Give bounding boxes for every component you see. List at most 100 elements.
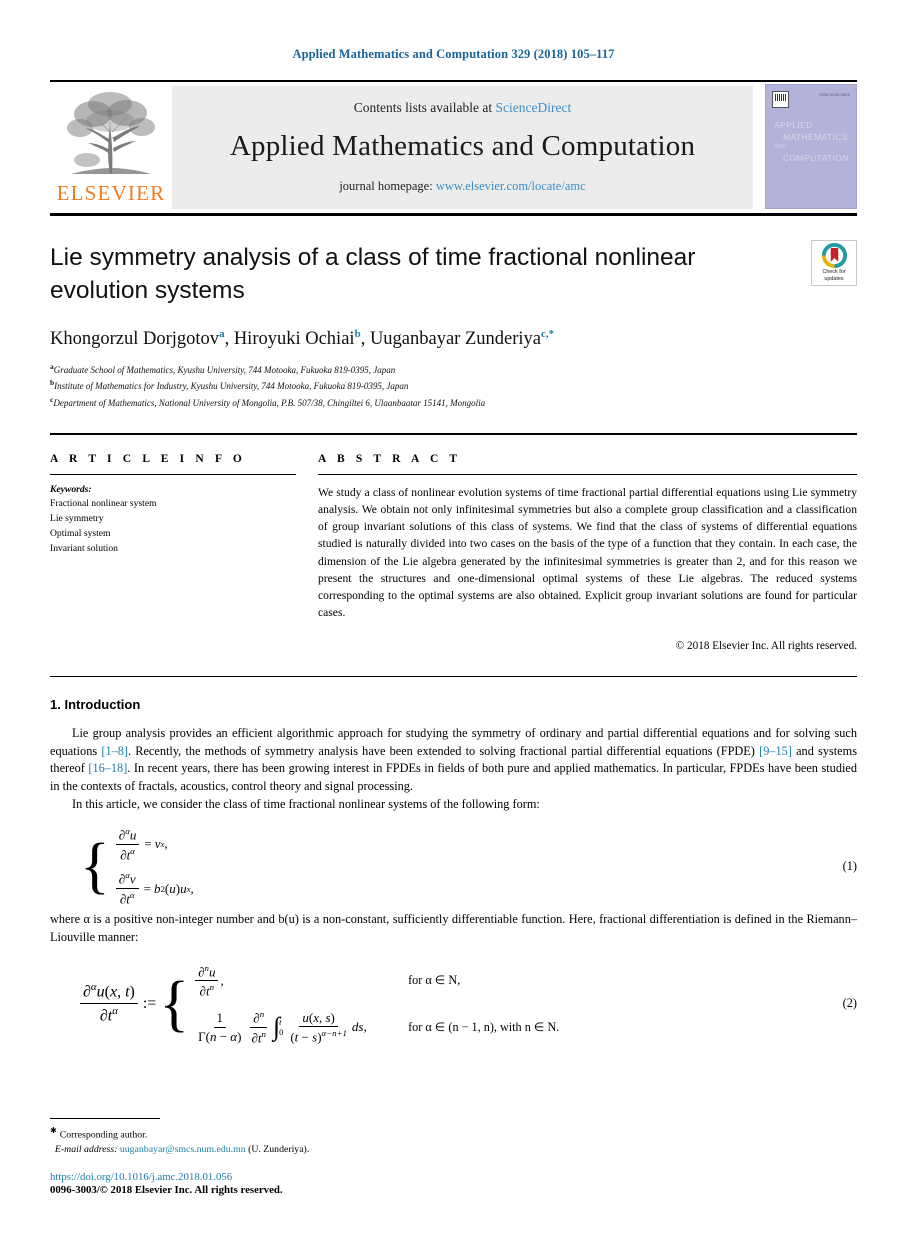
affiliation-list: aGraduate School of Mathematics, Kyushu … <box>50 361 857 411</box>
article-info-heading: A R T I C L E I N F O <box>50 452 246 465</box>
abstract-text: We study a class of nonlinear evolution … <box>318 485 857 620</box>
keyword-item: Lie symmetry <box>50 512 104 524</box>
page-title: Lie symmetry analysis of a class of time… <box>50 244 696 304</box>
keyword-item: Fractional nonlinear system <box>50 497 157 509</box>
equation-2-case-2-condition: for α ∈ (n − 1, n), with n ∈ N. <box>408 1019 560 1034</box>
crossmark-badge[interactable]: Check for updates <box>811 240 857 286</box>
equation-1-number: (1) <box>842 858 857 873</box>
affiliation-text: Institute of Mathematics for Industry, K… <box>54 381 409 392</box>
contents-available-line: Contents lists available at ScienceDirec… <box>354 100 571 116</box>
equation-2-cases: ∂nu ∂tn , for α ∈ N, 1 Γ(n − α) ∂n ∂tn ∫… <box>193 963 559 1046</box>
cover-issn: ISSN 0096-3003 <box>819 93 850 97</box>
corresponding-author-text: Corresponding author. <box>59 1129 148 1141</box>
sciencedirect-link[interactable]: ScienceDirect <box>496 100 572 115</box>
homepage-url-link[interactable]: www.elsevier.com/locate/amc <box>436 179 586 193</box>
body-top-rule <box>50 675 857 677</box>
citation-ref[interactable]: [16–18] <box>88 761 127 775</box>
frac-dn-u-dtn: ∂nu ∂tn <box>195 963 219 999</box>
crossmark-label-line2: updates <box>824 275 844 282</box>
equation-2-case-2: 1 Γ(n − α) ∂n ∂tn ∫ t 0 u(x, s) (t − s)α−n… <box>193 1009 559 1045</box>
author-affil-marker: a <box>219 327 225 340</box>
frac-dalpha-u-dt: ∂αu ∂tα <box>115 826 140 862</box>
frac-dalpha-uxt-dt: ∂αu(x, t) ∂tα <box>80 981 138 1026</box>
author-affil-marker: b <box>354 327 361 340</box>
issn-copyright-line: 0096-3003/© 2018 Elsevier Inc. All right… <box>50 1184 283 1196</box>
cover-line-4: COMPUTATION <box>783 152 849 163</box>
frac-dalpha-v-dt: ∂αv ∂tα <box>115 870 139 906</box>
paper-page: Applied Mathematics and Computation 329 … <box>0 0 907 1238</box>
abstract-copyright: © 2018 Elsevier Inc. All rights reserved… <box>675 639 857 652</box>
email-note: E-mail address: uuganbayar@smcs.num.edu.… <box>50 1143 857 1158</box>
crossmark-label: Check for updates <box>822 269 845 283</box>
article-info-column: A R T I C L E I N F O Keywords: Fraction… <box>50 453 318 652</box>
cover-line-3: AND <box>774 143 787 150</box>
elsevier-wordmark: ELSEVIER <box>56 181 166 205</box>
intro-paragraph-2: In this article, we consider the class o… <box>72 797 540 812</box>
frac-one-over-gamma: 1 Γ(n − α) <box>198 1010 242 1044</box>
corresponding-author-note: ✱ Corresponding author. <box>50 1125 857 1143</box>
equation-2-case-2-expr: 1 Γ(n − α) ∂n ∂tn ∫ t 0 u(x, s) (t − s)α−n… <box>193 1009 408 1045</box>
equation-2-lhs: ∂αu(x, t) ∂tα := <box>78 981 159 1026</box>
equation-2-body: ∂αu(x, t) ∂tα := { ∂nu ∂tn , for α ∈ N, … <box>50 963 817 1046</box>
homepage-prefix: journal homepage: <box>339 178 433 193</box>
citation-ref[interactable]: [9–15] <box>759 744 792 758</box>
doi-link[interactable]: https://doi.org/10.1016/j.amc.2018.01.05… <box>50 1171 857 1183</box>
equation-2-case-1: ∂nu ∂tn , for α ∈ N, <box>193 963 559 999</box>
equation-1-row-2: ∂αv ∂tα = b 2(u) u x, <box>114 870 194 906</box>
elsevier-tree-icon <box>67 92 155 174</box>
cover-line-2: MATHEMATICS <box>783 132 848 143</box>
keywords-list: Fractional nonlinear system Lie symmetry… <box>50 496 296 556</box>
crossmark-icon <box>821 243 847 268</box>
equation-1-wrapper: { ∂αu ∂tα = v x, ∂αv ∂tα = b 2 (u) u x… <box>50 826 857 907</box>
affiliation-item: bInstitute of Mathematics for Industry, … <box>50 377 857 394</box>
affiliation-text: Graduate School of Mathematics, Kyushu U… <box>53 364 396 375</box>
equation-1-row-1: ∂αu ∂tα = v x, <box>114 826 194 862</box>
integral-bounds: t0 <box>279 1017 284 1037</box>
author-affil-marker: c,* <box>541 327 555 340</box>
abstract-rule <box>318 473 857 475</box>
affiliation-item: aGraduate School of Mathematics, Kyushu … <box>50 361 857 378</box>
equation-2-brace: { <box>159 969 190 1038</box>
equation-1-brace: { <box>80 832 110 901</box>
affiliation-text: Department of Mathematics, National Univ… <box>53 397 486 408</box>
abstract-heading: A B S T R A C T <box>318 452 462 465</box>
equation-2-number: (2) <box>842 996 857 1011</box>
elsevier-logo: ELSEVIER <box>50 82 172 213</box>
cover-publisher-logo-icon <box>772 91 789 108</box>
asterisk-icon: ✱ <box>50 1126 57 1136</box>
cover-header: ISSN 0096-3003 <box>772 91 850 108</box>
email-label: E-mail address: <box>54 1144 118 1156</box>
running-head: Applied Mathematics and Computation 329 … <box>292 47 615 61</box>
keyword-item: Optimal system <box>50 527 111 539</box>
keyword-item: Invariant solution <box>50 542 118 554</box>
author-name[interactable]: Uuganbayar Zunderiya <box>370 329 541 349</box>
equation-1-rows: ∂αu ∂tα = v x, ∂αv ∂tα = b 2(u) u x, <box>114 826 194 907</box>
keywords-label: Keywords: <box>50 483 92 495</box>
contents-prefix: Contents lists available at <box>353 99 493 115</box>
intro-p1-seg4: . In recent years, there has been growin… <box>50 761 857 794</box>
cover-line-1: APPLIED <box>774 120 813 130</box>
journal-masthead: ELSEVIER Contents lists available at Sci… <box>50 80 857 213</box>
author-name[interactable]: Khongorzul Dorjgotov <box>50 329 219 349</box>
frac-integrand: u(x, s) (t − s)α−n+1 <box>290 1009 347 1045</box>
author-list: Khongorzul Dorjgotova, Hiroyuki Ochiaib,… <box>50 327 555 349</box>
frac-dn-dtn: ∂n ∂tn <box>250 1008 268 1045</box>
affiliation-item: cDepartment of Mathematics, National Uni… <box>50 394 857 411</box>
author-name[interactable]: Hiroyuki Ochiai <box>234 329 355 349</box>
intro-p1-seg2: . Recently, the methods of symmetry anal… <box>127 743 760 758</box>
intro-paragraph-1: Lie group analysis provides an efficient… <box>50 725 857 797</box>
journal-cover-thumbnail: ISSN 0096-3003 APPLIED MATHEMATICS AND C… <box>765 84 857 209</box>
equation-2-wrapper: ∂αu(x, t) ∂tα := { ∂nu ∂tn , for α ∈ N, … <box>50 963 857 1046</box>
info-abstract-block: A R T I C L E I N F O Keywords: Fraction… <box>50 432 857 652</box>
citation-ref[interactable]: [1–8] <box>101 744 128 758</box>
email-owner: (U. Zunderiya). <box>248 1144 310 1156</box>
equation-1-body: { ∂αu ∂tα = v x, ∂αv ∂tα = b 2 (u) u x… <box>50 826 817 907</box>
cover-title-text: APPLIED MATHEMATICS AND COMPUTATION <box>774 119 850 164</box>
page-footnotes: ✱ Corresponding author. E-mail address: u… <box>50 1118 857 1196</box>
section-heading-introduction: 1. Introduction <box>50 696 141 712</box>
article-title-block: Check for updates Lie symmetry analysis … <box>50 216 857 411</box>
journal-title: Applied Mathematics and Computation <box>229 129 696 162</box>
journal-band: Contents lists available at ScienceDirec… <box>172 86 753 209</box>
equation-2-case-1-condition: for α ∈ N, <box>408 973 461 988</box>
email-address-link[interactable]: uuganbayar@smcs.num.edu.mn <box>120 1144 246 1155</box>
